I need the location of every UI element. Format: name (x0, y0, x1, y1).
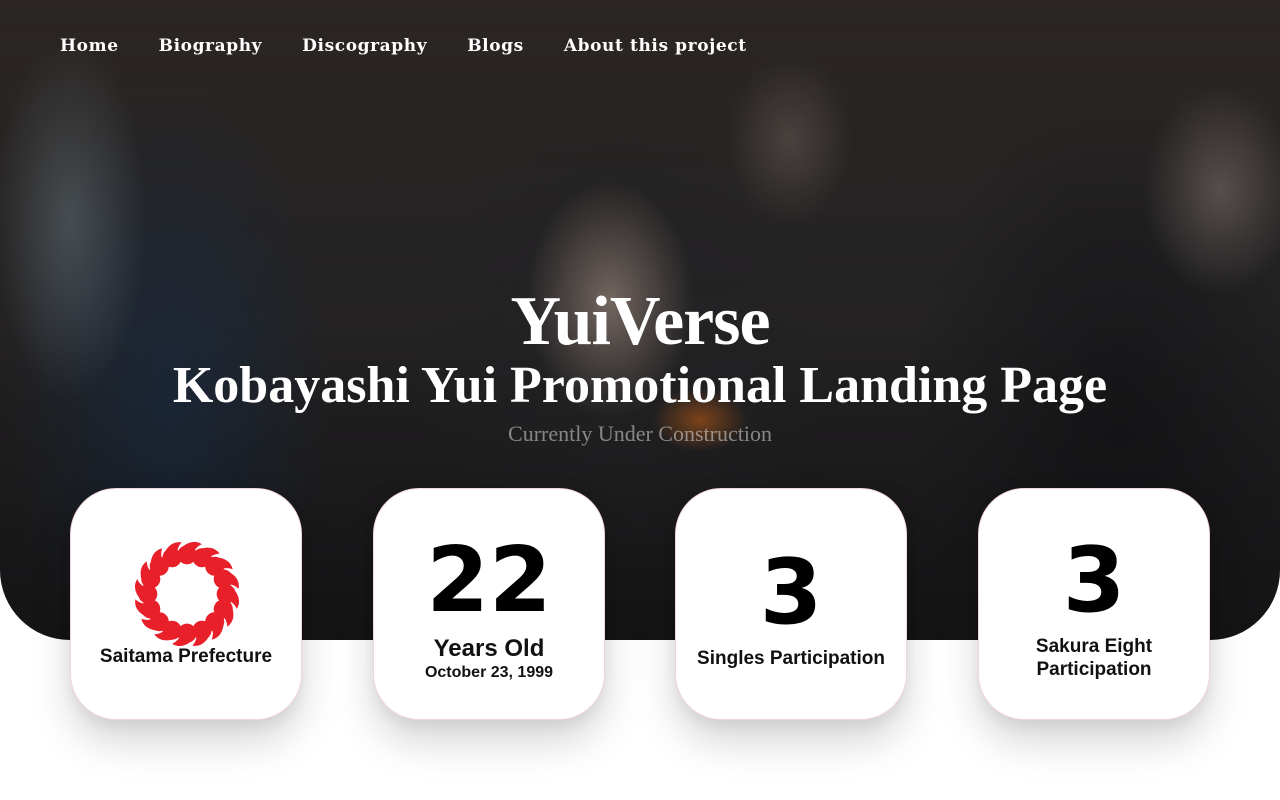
nav-blogs-link[interactable]: Blogs (467, 36, 524, 56)
age-value: 22 (426, 528, 552, 633)
prefecture-label: Saitama Prefecture (99, 646, 273, 667)
stat-card-age: 22 Years Old October 23, 1999 (373, 488, 605, 720)
saitama-prefecture-emblem-icon (134, 541, 240, 647)
nav-about-link[interactable]: About this project (564, 36, 747, 56)
stat-card-prefecture: Saitama Prefecture (70, 488, 302, 720)
nav-home-link[interactable]: Home (60, 36, 119, 56)
nav-biography-link[interactable]: Biography (159, 36, 263, 56)
construction-status: Currently Under Construction (508, 421, 772, 446)
age-label: Years Old (433, 635, 545, 662)
stat-card-singles: 3 Singles Participation (675, 488, 907, 720)
top-navigation: Home Biography Discography Blogs About t… (60, 36, 787, 56)
nav-discography-link[interactable]: Discography (302, 36, 427, 56)
singles-value: 3 (759, 540, 823, 645)
stat-card-sakura-eight: 3 Sakura Eight Participation (978, 488, 1210, 720)
site-title: YuiVerse (510, 283, 770, 360)
birthday-date: October 23, 1999 (424, 664, 554, 681)
singles-label: Singles Participation (697, 648, 885, 669)
sakura-eight-value: 3 (1062, 528, 1126, 633)
site-subtitle: Kobayashi Yui Promotional Landing Page (172, 357, 1108, 414)
sakura-eight-label: Sakura Eight Participation (1035, 636, 1153, 680)
